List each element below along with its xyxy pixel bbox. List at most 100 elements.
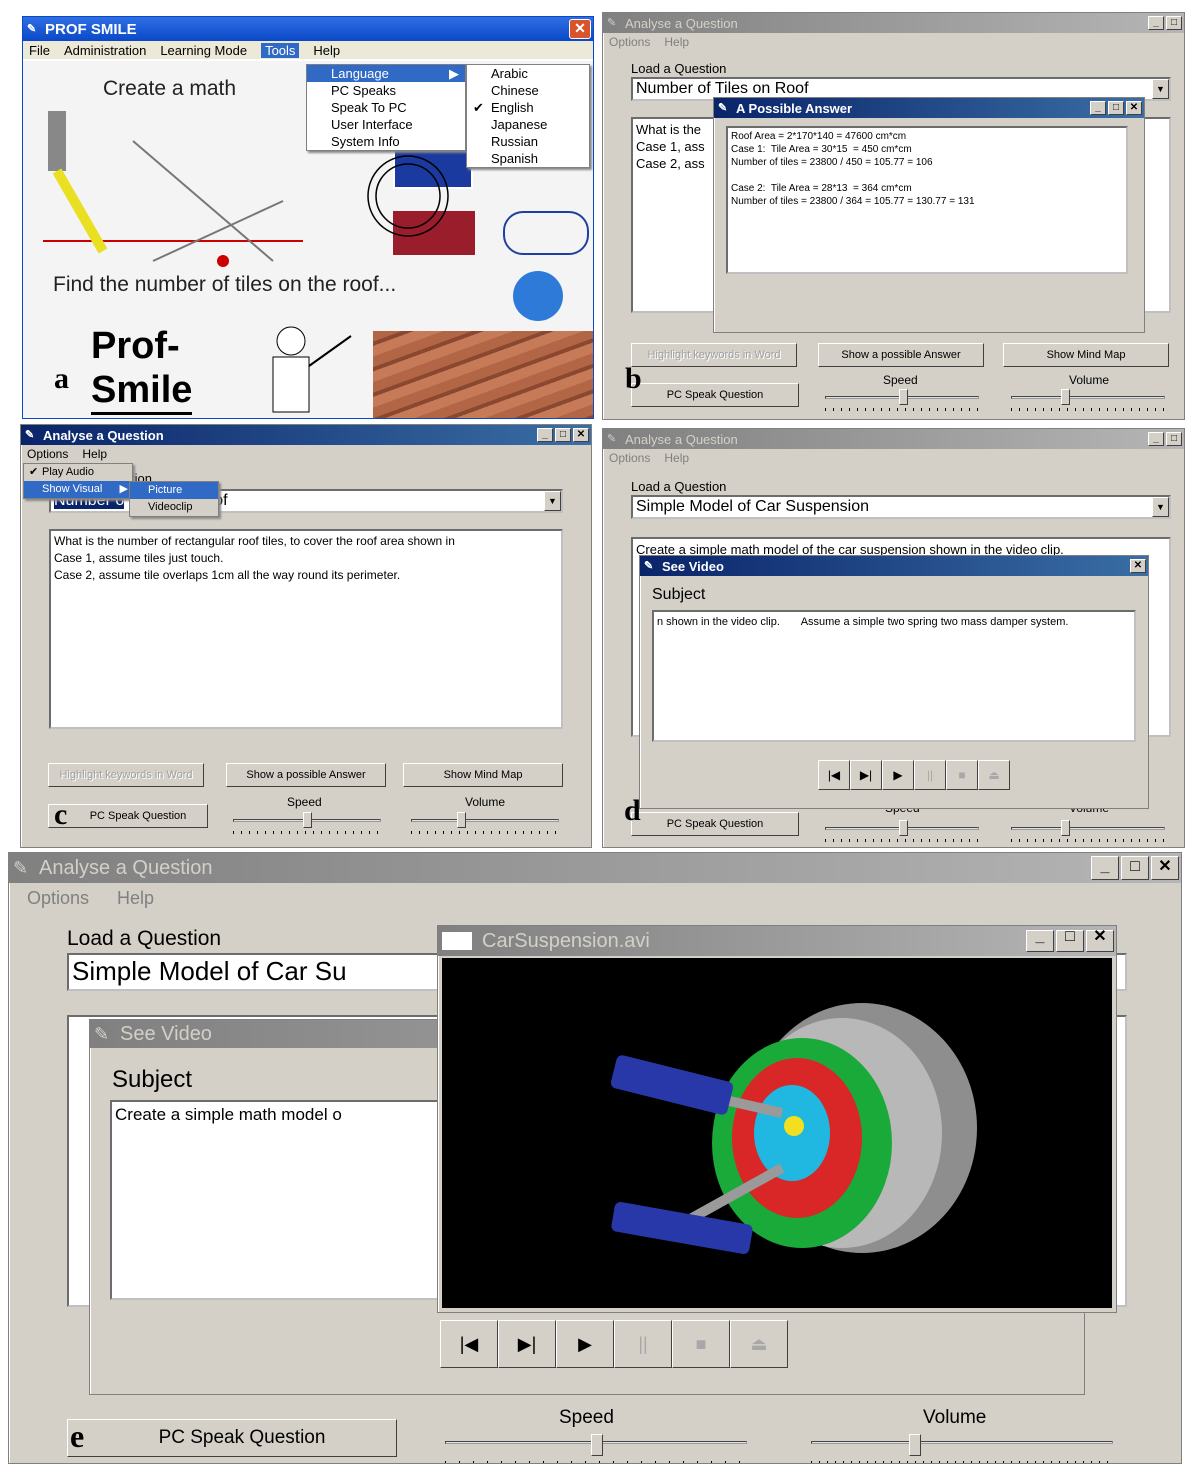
lang-japanese[interactable]: Japanese [467, 116, 589, 133]
question-text[interactable]: What is the number of rectangular roof t… [49, 529, 563, 729]
lang-english[interactable]: ✔ English [467, 99, 589, 116]
panel-c-titlebar: ✎ Analyse a Question _ □ ✕ [21, 425, 591, 445]
menu-item-speak-to-pc[interactable]: Speak To PC [307, 99, 465, 116]
question-combo[interactable]: Simple Model of Car Suspension ▼ [631, 495, 1171, 519]
maximize-icon[interactable]: □ [1121, 856, 1149, 880]
window-title: Analyse a Question [625, 15, 738, 31]
pc-speak-button[interactable]: PC Speak Question [631, 383, 799, 407]
menu-item-show-visual[interactable]: Show Visual ▶ [24, 481, 132, 498]
minimize-icon[interactable]: _ [1148, 432, 1164, 446]
eject-icon[interactable]: ⏏ [978, 760, 1010, 790]
menu-item-pc-speaks[interactable]: PC Speaks [307, 82, 465, 99]
lang-arabic[interactable]: Arabic [467, 65, 589, 82]
speed-slider[interactable] [825, 388, 979, 412]
step-forward-icon[interactable]: ▶| [498, 1320, 556, 1368]
menu-item-play-audio[interactable]: ✔ Play Audio [24, 464, 132, 481]
stop-icon[interactable]: ■ [946, 760, 978, 790]
speed-slider[interactable] [445, 1433, 747, 1463]
pc-speak-button[interactable]: PC Speak Question [631, 812, 799, 836]
menu-help[interactable]: Help [664, 451, 689, 465]
maximize-icon[interactable]: □ [1166, 16, 1182, 30]
subject-text[interactable]: n shown in the video clip. Assume a simp… [652, 610, 1136, 742]
shortcut-icon-3[interactable] [503, 211, 589, 255]
menu-options[interactable]: Options [27, 447, 68, 461]
volume-slider[interactable] [811, 1433, 1113, 1463]
menu-options[interactable]: Options [27, 888, 89, 909]
volume-slider[interactable] [1011, 388, 1165, 412]
maximize-icon[interactable]: □ [1166, 432, 1182, 446]
pause-icon[interactable]: || [614, 1320, 672, 1368]
menu-item-videoclip[interactable]: Videoclip [130, 499, 218, 516]
menu-administration[interactable]: Administration [64, 43, 146, 58]
close-icon[interactable]: ✕ [1086, 929, 1114, 952]
pause-icon[interactable]: || [914, 760, 946, 790]
subject-label: Subject [652, 586, 706, 603]
video-title: CarSuspension.avi [482, 929, 650, 952]
suspension-drawing [43, 111, 303, 267]
media-controls: |◀ ▶| ▶ || ■ ⏏ [440, 1320, 788, 1368]
maximize-icon[interactable]: □ [1056, 929, 1084, 952]
menu-tools[interactable]: Tools [261, 42, 300, 58]
play-icon[interactable]: ▶ [556, 1320, 614, 1368]
menu-item-user-interface[interactable]: User Interface [307, 116, 465, 133]
highlight-keywords-button[interactable]: Highlight keywords in Word [48, 763, 204, 787]
stop-icon[interactable]: ■ [672, 1320, 730, 1368]
menu-help[interactable]: Help [664, 35, 689, 49]
volume-label: Volume [1069, 373, 1110, 387]
close-icon[interactable]: ✕ [569, 19, 591, 39]
minimize-icon[interactable]: _ [1091, 856, 1119, 880]
lang-spanish[interactable]: Spanish [467, 150, 589, 167]
volume-slider[interactable] [1011, 819, 1165, 843]
panel-b-titlebar: ✎ Analyse a Question _ □ [603, 13, 1184, 33]
menu-item-language[interactable]: Language ▶ [307, 65, 465, 82]
skip-back-icon[interactable]: |◀ [440, 1320, 498, 1368]
lang-russian[interactable]: Russian [467, 133, 589, 150]
maximize-icon[interactable]: □ [555, 428, 571, 442]
menu-item-picture[interactable]: Picture [130, 482, 218, 499]
play-icon[interactable]: ▶ [882, 760, 914, 790]
maximize-icon[interactable]: □ [1108, 101, 1124, 115]
skip-back-icon[interactable]: |◀ [818, 760, 850, 790]
menu-help[interactable]: Help [82, 447, 107, 461]
menu-options[interactable]: Options [609, 451, 650, 465]
minimize-icon[interactable]: _ [537, 428, 553, 442]
menu-help[interactable]: Help [117, 888, 154, 909]
volume-slider[interactable] [411, 811, 559, 835]
minimize-icon[interactable]: _ [1090, 101, 1106, 115]
lang-chinese[interactable]: Chinese [467, 82, 589, 99]
close-icon[interactable]: ✕ [573, 428, 589, 442]
load-question-label: Load a Question [631, 61, 727, 76]
panel-label-c: c [54, 798, 68, 831]
menu-file[interactable]: File [29, 43, 50, 58]
speed-slider[interactable] [825, 819, 979, 843]
close-icon[interactable]: ✕ [1151, 856, 1179, 880]
chevron-down-icon[interactable]: ▼ [1152, 79, 1169, 99]
panel-c-window: ✎ Analyse a Question _ □ ✕ Options Help ti… [20, 424, 592, 848]
show-mind-map-button[interactable]: Show Mind Map [403, 763, 563, 787]
minimize-icon[interactable]: _ [1026, 929, 1054, 952]
speed-slider[interactable] [233, 811, 381, 835]
highlight-keywords-button[interactable]: Highlight keywords in Word [631, 343, 797, 367]
shortcut-icon-4[interactable] [513, 271, 563, 321]
subject-text[interactable]: Create a simple math model o [110, 1100, 440, 1300]
menu-help[interactable]: Help [313, 43, 340, 58]
chevron-down-icon[interactable]: ▼ [544, 491, 561, 511]
eject-icon[interactable]: ⏏ [730, 1320, 788, 1368]
menubar: Options Help [21, 445, 591, 463]
language-menu: Arabic Chinese ✔ English Japanese Russian… [466, 64, 590, 168]
close-icon[interactable]: ✕ [1126, 101, 1142, 115]
minimize-icon[interactable]: _ [1148, 16, 1164, 30]
load-question-label: Load a Question [67, 927, 222, 950]
show-answer-button[interactable]: Show a possible Answer [818, 343, 984, 367]
answer-text[interactable]: Roof Area = 2*170*140 = 47600 cm*cm Case… [726, 126, 1128, 274]
close-icon[interactable]: ✕ [1130, 559, 1146, 573]
pc-speak-button[interactable]: PC Speak Question [48, 804, 208, 828]
menu-item-system-info[interactable]: System Info [307, 133, 465, 150]
step-forward-icon[interactable]: ▶| [850, 760, 882, 790]
pc-speak-button[interactable]: PC Speak Question [67, 1419, 397, 1457]
menu-options[interactable]: Options [609, 35, 650, 49]
chevron-down-icon[interactable]: ▼ [1152, 497, 1169, 517]
show-answer-button[interactable]: Show a possible Answer [226, 763, 386, 787]
menu-learning-mode[interactable]: Learning Mode [160, 43, 247, 58]
show-mind-map-button[interactable]: Show Mind Map [1003, 343, 1169, 367]
